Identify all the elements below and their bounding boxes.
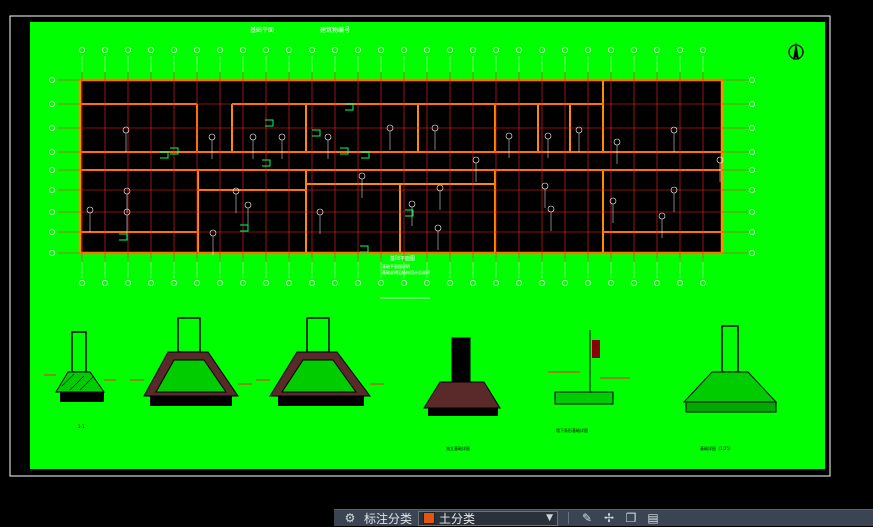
header-left-text: 基础平面 [250,26,274,34]
chevron-down-icon: ▼ [546,513,554,523]
move-icon[interactable]: ✢ [601,511,617,525]
layer-value: 土分类 [439,511,476,526]
layer-color-swatch [423,512,436,524]
annotation-scale-icon[interactable]: ⚙ [342,511,358,525]
section-5-title: 墙下条形基础详图 [556,427,588,433]
section-1-title: 1-1 [78,424,85,429]
cad-model-space[interactable]: 基础平面 建筑物编号 基础平面图 基础平面图说明 基础说明见结构设计总说明 独立… [0,0,873,526]
plan-title: 基础平面图 [390,255,415,262]
section-4-title: 独立基础详图 [446,445,470,451]
plan-note-1: 基础平面图说明 [382,263,410,269]
copy-icon[interactable]: ❐ [623,511,639,525]
pencil-icon[interactable]: ✎ [579,511,595,525]
section-6-title: 基础详图（1:25） [700,445,733,451]
foundation-plan[interactable] [58,72,748,262]
plan-note-2: 基础说明见结构设计总说明 [382,269,430,275]
layer-dropdown[interactable]: 土分类 ▼ [418,510,559,526]
divider [568,512,570,524]
layer-label: 标注分类 [364,511,413,526]
status-bar: ⚙ 标注分类 土分类 ▼ ✎ ✢ ❐ ▤ [334,509,873,526]
database-icon[interactable]: ▤ [645,511,661,525]
header-right-text: 建筑物编号 [320,26,350,34]
